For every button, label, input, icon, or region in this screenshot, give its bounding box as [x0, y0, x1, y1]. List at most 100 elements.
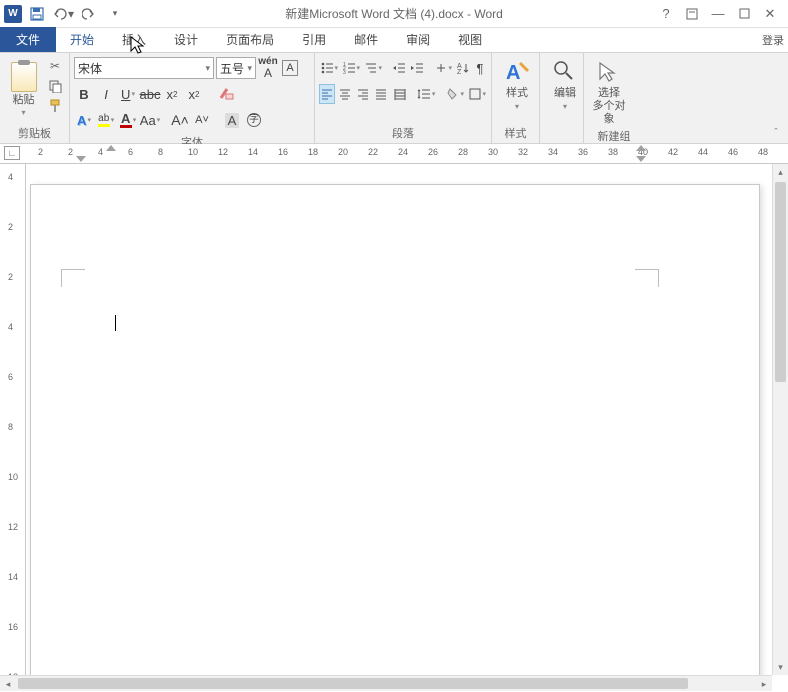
right-indent-icon[interactable]: [636, 156, 646, 162]
font-size-value: 五号: [220, 60, 244, 77]
ruler-mark: 4: [8, 172, 13, 182]
text-effects-icon[interactable]: A▾: [74, 110, 94, 130]
underline-button[interactable]: U▾: [118, 84, 138, 104]
bullets-icon[interactable]: ▾: [319, 58, 339, 78]
change-case-icon[interactable]: Aa▾: [140, 110, 160, 130]
tab-layout[interactable]: 页面布局: [212, 27, 288, 52]
decrease-indent-icon[interactable]: [391, 58, 407, 78]
ribbon-display-icon[interactable]: [680, 3, 704, 25]
subscript-button[interactable]: x2: [162, 84, 182, 104]
select-objects-button[interactable]: 选择多个对象: [588, 55, 630, 127]
increase-indent-icon[interactable]: [409, 58, 425, 78]
ruler-mark: 22: [368, 147, 378, 157]
page[interactable]: [30, 184, 760, 675]
tab-references[interactable]: 引用: [288, 27, 340, 52]
ruler-mark: 28: [458, 147, 468, 157]
format-painter-icon[interactable]: [45, 97, 65, 115]
sort-icon[interactable]: AZ: [455, 58, 471, 78]
hanging-indent-icon[interactable]: [76, 156, 86, 162]
shrink-font-a-icon[interactable]: A˅: [192, 110, 212, 130]
group-new: 选择多个对象 新建组: [584, 53, 644, 143]
scroll-right-icon[interactable]: ▸: [756, 676, 772, 691]
scroll-up-icon[interactable]: ▴: [773, 164, 788, 180]
vertical-ruler[interactable]: 4224681012141618: [0, 164, 26, 691]
show-marks-icon[interactable]: ¶: [473, 58, 487, 78]
numbering-icon[interactable]: 123▾: [341, 58, 361, 78]
right-indent-top-icon[interactable]: [636, 145, 646, 151]
tab-selector-icon[interactable]: ∟: [4, 146, 20, 160]
font-name-combo[interactable]: 宋体▾: [74, 57, 214, 79]
tab-mailings[interactable]: 邮件: [340, 27, 392, 52]
minimize-icon[interactable]: —: [706, 3, 730, 25]
sign-in-link[interactable]: 登录: [758, 30, 788, 50]
ruler-mark: 10: [8, 472, 18, 482]
tab-home[interactable]: 开始: [56, 27, 108, 52]
character-shading-icon[interactable]: A: [222, 110, 242, 130]
tab-insert[interactable]: 插入: [108, 27, 160, 52]
bold-button[interactable]: B: [74, 84, 94, 104]
collapse-ribbon-icon[interactable]: ˆ: [768, 125, 784, 141]
margin-corner-tl-icon: [61, 269, 85, 287]
editing-button[interactable]: 编辑 ▾: [544, 55, 586, 111]
align-distributed-icon[interactable]: [392, 84, 408, 104]
hscroll-thumb[interactable]: [18, 678, 688, 689]
tab-review[interactable]: 审阅: [392, 27, 444, 52]
ruler-mark: 14: [8, 572, 18, 582]
ruler-mark: 2: [38, 147, 43, 157]
first-line-indent-icon[interactable]: [106, 145, 116, 151]
save-icon[interactable]: [26, 3, 48, 25]
clipboard-icon: [11, 62, 37, 92]
select-objects-icon: [596, 59, 622, 85]
qat-customize-icon[interactable]: ▾: [104, 3, 126, 25]
tab-file[interactable]: 文件: [0, 27, 56, 52]
styles-button[interactable]: A 样式 ▾: [496, 55, 538, 111]
vscroll-thumb[interactable]: [775, 182, 786, 382]
ruler-mark: 2: [68, 147, 73, 157]
highlight-icon[interactable]: ab▾: [96, 110, 116, 130]
group-label-new: 新建组: [588, 127, 640, 146]
ruler-mark: 12: [8, 522, 18, 532]
character-border-icon[interactable]: A: [280, 58, 300, 78]
font-size-combo[interactable]: 五号▾: [216, 57, 256, 79]
ruler-mark: 26: [428, 147, 438, 157]
shading-icon[interactable]: ▾: [445, 84, 465, 104]
group-styles: A 样式 ▾ 样式: [492, 53, 540, 143]
help-icon[interactable]: ?: [654, 3, 678, 25]
tab-view[interactable]: 视图: [444, 27, 496, 52]
select-label: 选择多个对象: [588, 87, 630, 127]
italic-button[interactable]: I: [96, 84, 116, 104]
horizontal-ruler[interactable]: ∟ 22468101214161820222426283032343638404…: [0, 144, 788, 164]
grow-font-a-icon[interactable]: A˄: [170, 110, 190, 130]
ruler-mark: 42: [668, 147, 678, 157]
undo-icon[interactable]: ▾: [52, 3, 74, 25]
maximize-icon[interactable]: [732, 3, 756, 25]
scroll-down-icon[interactable]: ▾: [773, 659, 788, 675]
align-justify-icon[interactable]: [373, 84, 389, 104]
svg-text:Z: Z: [457, 69, 462, 75]
document-canvas[interactable]: [26, 164, 772, 675]
superscript-button[interactable]: x2: [184, 84, 204, 104]
scroll-left-icon[interactable]: ◂: [0, 676, 16, 691]
horizontal-scrollbar[interactable]: ◂ ▸: [0, 675, 772, 691]
copy-icon[interactable]: [45, 77, 65, 95]
cut-icon[interactable]: ✂: [45, 57, 65, 75]
redo-icon[interactable]: [78, 3, 100, 25]
borders-icon[interactable]: ▾: [467, 84, 487, 104]
line-spacing-icon[interactable]: ▾: [416, 84, 436, 104]
align-right-icon[interactable]: [355, 84, 371, 104]
align-center-icon[interactable]: [337, 84, 353, 104]
multilevel-list-icon[interactable]: ▾: [363, 58, 383, 78]
tab-design[interactable]: 设计: [160, 27, 212, 52]
vertical-scrollbar[interactable]: ▴ ▾: [772, 164, 788, 675]
close-icon[interactable]: ✕: [758, 3, 782, 25]
enclose-characters-icon[interactable]: 字: [244, 110, 264, 130]
asian-layout-icon[interactable]: ▾: [433, 58, 453, 78]
ribbon: 粘贴 ▾ ✂ 剪贴板 宋体▾ 五号▾ wénA A B I U▾ abc: [0, 52, 788, 144]
strikethrough-button[interactable]: abc: [140, 84, 160, 104]
align-left-icon[interactable]: [319, 84, 335, 104]
paste-button[interactable]: 粘贴 ▾: [4, 55, 43, 124]
font-color-icon[interactable]: A▾: [118, 110, 138, 130]
clear-formatting-icon[interactable]: [216, 84, 236, 104]
title-bar: W ▾ ▾ 新建Microsoft Word 文档 (4).docx - Wor…: [0, 0, 788, 28]
grow-font-icon[interactable]: wénA: [258, 58, 278, 78]
